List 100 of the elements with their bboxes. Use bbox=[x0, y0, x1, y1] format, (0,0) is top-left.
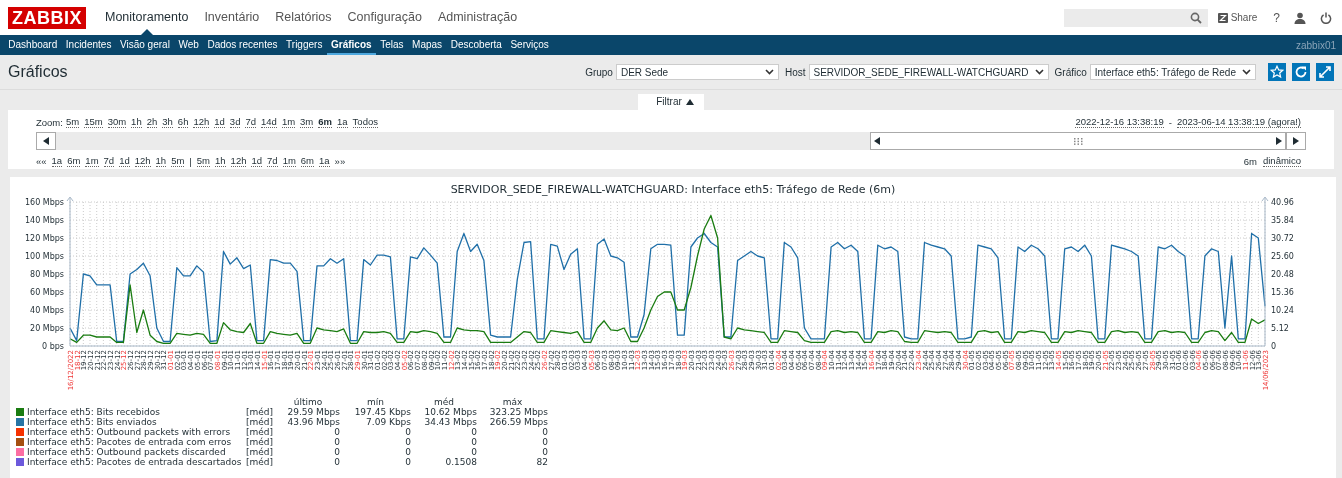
mode-link[interactable]: dinâmico bbox=[1262, 155, 1301, 167]
back-step-link[interactable]: 1a bbox=[51, 155, 63, 167]
back-step-link[interactable]: 5m bbox=[171, 155, 185, 167]
main-menu-item[interactable]: Administração bbox=[429, 0, 526, 35]
power-icon[interactable] bbox=[1320, 11, 1332, 24]
column-header: último bbox=[292, 397, 324, 407]
fullscreen-button[interactable] bbox=[1316, 63, 1334, 81]
filter-label: Host bbox=[784, 66, 806, 78]
forward-step-link[interactable]: 1m bbox=[282, 155, 296, 167]
legend-value: 0 bbox=[404, 457, 411, 467]
grip-icon[interactable] bbox=[1073, 137, 1083, 145]
zoom-link[interactable]: Todos bbox=[352, 116, 378, 128]
back-step-link[interactable]: 1d bbox=[119, 155, 130, 167]
help-link[interactable]: ? bbox=[1273, 10, 1280, 25]
forward-step-link[interactable]: 6m bbox=[300, 155, 315, 167]
back-step-link[interactable]: 7d bbox=[103, 155, 115, 167]
submenu-item[interactable]: Web bbox=[174, 35, 204, 55]
dropdown[interactable]: Interface eth5: Tráfego de Rede bbox=[1089, 64, 1256, 80]
scroll-right-button[interactable] bbox=[1286, 132, 1306, 150]
y-axis-label: 35.84 bbox=[1271, 216, 1294, 225]
refresh-button[interactable] bbox=[1292, 63, 1310, 81]
legend-value: 323.25 Mbps bbox=[488, 407, 548, 417]
zoom-link[interactable]: 1m bbox=[281, 116, 296, 128]
submenu-item[interactable]: Incidentes bbox=[61, 35, 116, 55]
zoom-link[interactable]: 2h bbox=[146, 116, 158, 128]
main-menu-item[interactable]: Monitoramento bbox=[97, 0, 197, 35]
search-icon[interactable] bbox=[1189, 11, 1202, 24]
column-header: máx bbox=[501, 397, 524, 407]
function-label: [méd] bbox=[246, 407, 275, 417]
date-to-link[interactable]: 2023-06-14 13:38:19 (agora!) bbox=[1176, 116, 1301, 128]
legend-value: 0 bbox=[404, 427, 411, 437]
function-label: [méd] bbox=[246, 447, 275, 457]
zoom-link[interactable]: 14d bbox=[261, 116, 277, 128]
legend-value: 0 bbox=[404, 437, 411, 447]
filter-tab[interactable]: Filtrar bbox=[638, 94, 704, 110]
zoom-link[interactable]: 3m bbox=[300, 116, 314, 128]
back-step-link[interactable]: 1m bbox=[85, 155, 99, 167]
forward-step-link[interactable]: 1a bbox=[319, 155, 330, 167]
forward-step-link[interactable]: 5m bbox=[196, 155, 211, 167]
zoom-link[interactable]: 6m bbox=[318, 116, 332, 128]
forward-link[interactable]: »» bbox=[334, 155, 346, 167]
forward-step-link[interactable]: 12h bbox=[230, 155, 247, 167]
zoom-link[interactable]: 12h bbox=[193, 116, 210, 128]
submenu-item[interactable]: Triggers bbox=[281, 35, 327, 55]
main-menu-item[interactable]: Configuração bbox=[339, 0, 430, 35]
zabbix-logo[interactable]: ZABBIX bbox=[8, 6, 86, 29]
submenu-item[interactable]: Dashboard bbox=[4, 35, 62, 55]
date-from-link[interactable]: 2022-12-16 13:38:19 bbox=[1075, 116, 1164, 128]
right-arrow-icon[interactable] bbox=[1276, 137, 1282, 145]
submenu-item[interactable]: Dados recentes bbox=[203, 35, 282, 55]
y-axis-label: 80 Mbps bbox=[30, 270, 64, 279]
main-menu-item[interactable]: Inventário bbox=[196, 0, 268, 35]
submenu-item[interactable]: Gráficos bbox=[326, 35, 376, 55]
submenu-item[interactable]: Visão geral bbox=[115, 35, 175, 55]
user-icon[interactable] bbox=[1294, 11, 1306, 24]
forward-step-link[interactable]: 1d bbox=[251, 155, 263, 167]
caret-icon bbox=[1242, 69, 1251, 75]
y-axis-label: 25.60 bbox=[1271, 252, 1294, 261]
zoom-link[interactable]: 3d bbox=[229, 116, 241, 128]
back-step-link[interactable]: 12h bbox=[134, 155, 151, 167]
main-menu-item[interactable]: Relatórios bbox=[267, 0, 340, 35]
right-arrow-icon bbox=[1293, 137, 1299, 145]
submenu-item[interactable]: Mapas bbox=[407, 35, 447, 55]
function-label: [méd] bbox=[246, 417, 275, 427]
forward-step-link[interactable]: 7d bbox=[267, 155, 278, 167]
y-axis-label: 0 bbox=[1271, 342, 1277, 351]
submenu-item[interactable]: Telas bbox=[375, 35, 408, 55]
legend-value: 43.96 Mbps bbox=[286, 417, 340, 427]
zoom-link[interactable]: 1h bbox=[131, 116, 142, 128]
legend-value: 0 bbox=[541, 447, 548, 457]
legend-value: 0.1508 bbox=[444, 457, 477, 467]
submenu-item[interactable]: Descoberta bbox=[446, 35, 507, 55]
zoom-link[interactable]: 6h bbox=[177, 116, 189, 128]
left-arrow-icon[interactable] bbox=[874, 137, 880, 145]
legend-value: 0 bbox=[333, 447, 340, 457]
search-field[interactable] bbox=[1063, 8, 1208, 27]
y-axis-label: 10.24 bbox=[1271, 306, 1294, 315]
back-step-link[interactable]: 6m bbox=[67, 155, 81, 167]
dropdown[interactable]: SERVIDOR_SEDE_FIREWALL-WATCHGUARD bbox=[808, 64, 1049, 80]
y-axis-label: 100 Mbps bbox=[24, 252, 64, 261]
filter-label: Gráfico bbox=[1054, 66, 1087, 78]
zoom-link[interactable]: 1d bbox=[214, 116, 225, 128]
scroll-left-button[interactable] bbox=[36, 132, 56, 150]
submenu-item[interactable]: Serviços bbox=[506, 35, 554, 55]
dropdown[interactable]: DER Sede bbox=[615, 64, 779, 80]
zoom-link[interactable]: 30m bbox=[107, 116, 127, 128]
share-link[interactable]: Share bbox=[1230, 12, 1258, 23]
zoom-link[interactable]: 3h bbox=[162, 116, 173, 128]
back-link[interactable]: «« bbox=[36, 155, 47, 167]
zoom-link[interactable]: 1a bbox=[337, 116, 348, 128]
caret-icon bbox=[764, 69, 774, 75]
share-icon[interactable] bbox=[1217, 12, 1228, 23]
forward-step-link[interactable]: 1h bbox=[215, 155, 226, 167]
favourite-button[interactable] bbox=[1268, 63, 1286, 81]
page-title: Gráficos bbox=[8, 63, 68, 81]
zoom-link[interactable]: 15m bbox=[84, 116, 103, 128]
legend-value: 29.59 Mbps bbox=[286, 407, 340, 417]
back-step-link[interactable]: 1h bbox=[155, 155, 167, 167]
zoom-link[interactable]: 7d bbox=[245, 116, 256, 128]
zoom-link[interactable]: 5m bbox=[65, 116, 80, 128]
